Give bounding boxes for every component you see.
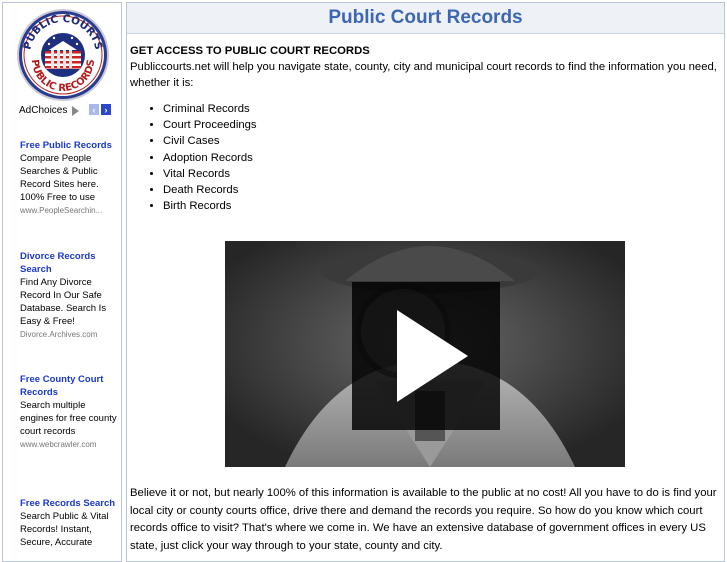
- ad-title-link[interactable]: Divorce Records Search: [20, 250, 120, 276]
- ad-block[interactable]: Divorce Records Search Find Any Divorce …: [20, 250, 120, 341]
- ad-url[interactable]: www.PeopleSearchin...: [20, 204, 120, 217]
- ad-title-line: Records: [20, 387, 59, 398]
- ad-description: Compare People Searches & Public Record …: [20, 153, 99, 203]
- ad-description: Search multiple engines for free county …: [20, 400, 117, 437]
- chevron-right-icon: ›: [104, 104, 108, 115]
- ad-block[interactable]: Free Records Search Search Public & Vita…: [20, 497, 120, 549]
- list-item: Court Proceedings: [163, 117, 720, 133]
- ad-description: Search Public & Vital Records! Instant, …: [20, 511, 109, 548]
- ad-url[interactable]: www.webcrawler.com: [20, 438, 120, 451]
- list-item: Civil Cases: [163, 133, 720, 149]
- adchoices-label: AdChoices: [19, 105, 68, 116]
- ad-next-button[interactable]: ›: [101, 104, 111, 115]
- list-item: Death Records: [163, 182, 720, 198]
- section-heading: GET ACCESS TO PUBLIC COURT RECORDS: [130, 45, 370, 57]
- public-courts-logo[interactable]: PUBLIC COURTS PUBLIC RECORDS: [16, 8, 110, 102]
- play-icon: [397, 310, 468, 402]
- page-title: Public Court Records: [127, 3, 724, 34]
- ad-title-line: Divorce Records: [20, 251, 96, 262]
- left-sidebar: PUBLIC COURTS PUBLIC RECORDS AdChoices ‹…: [2, 2, 122, 562]
- ad-block[interactable]: Free Public Records Compare People Searc…: [20, 139, 120, 217]
- intro-text: Publiccourts.net will help you navigate …: [130, 61, 717, 89]
- ad-title-link[interactable]: Free County Court Records: [20, 373, 120, 399]
- chevron-left-icon: ‹: [92, 104, 96, 115]
- ad-title-link[interactable]: Free Public Records: [20, 139, 120, 152]
- records-list: Criminal Records Court Proceedings Civil…: [130, 101, 720, 214]
- ad-title-link[interactable]: Free Records Search: [20, 497, 120, 510]
- list-item: Vital Records: [163, 166, 720, 182]
- ad-block[interactable]: Free County Court Records Search multipl…: [20, 373, 120, 451]
- ad-title-line: Search: [20, 264, 52, 275]
- ad-title-line: Free Public Records: [20, 140, 112, 151]
- video-player[interactable]: [225, 241, 625, 467]
- intro-section: GET ACCESS TO PUBLIC COURT RECORDS Publi…: [130, 43, 720, 214]
- play-button[interactable]: [352, 282, 500, 430]
- ad-title-line: Free County Court: [20, 374, 104, 385]
- ad-prev-button[interactable]: ‹: [89, 104, 99, 115]
- main-content: Public Court Records GET ACCESS TO PUBLI…: [126, 2, 725, 562]
- list-item: Birth Records: [163, 198, 720, 214]
- ad-url[interactable]: Divorce.Archives.com: [20, 328, 120, 341]
- ad-description: Find Any Divorce Record In Our Safe Data…: [20, 277, 107, 327]
- ad-title-line: Free Records Search: [20, 498, 116, 509]
- adchoices-icon: [72, 105, 80, 116]
- adchoices-link[interactable]: AdChoices: [19, 105, 80, 116]
- list-item: Adoption Records: [163, 150, 720, 166]
- list-item: Criminal Records: [163, 101, 720, 117]
